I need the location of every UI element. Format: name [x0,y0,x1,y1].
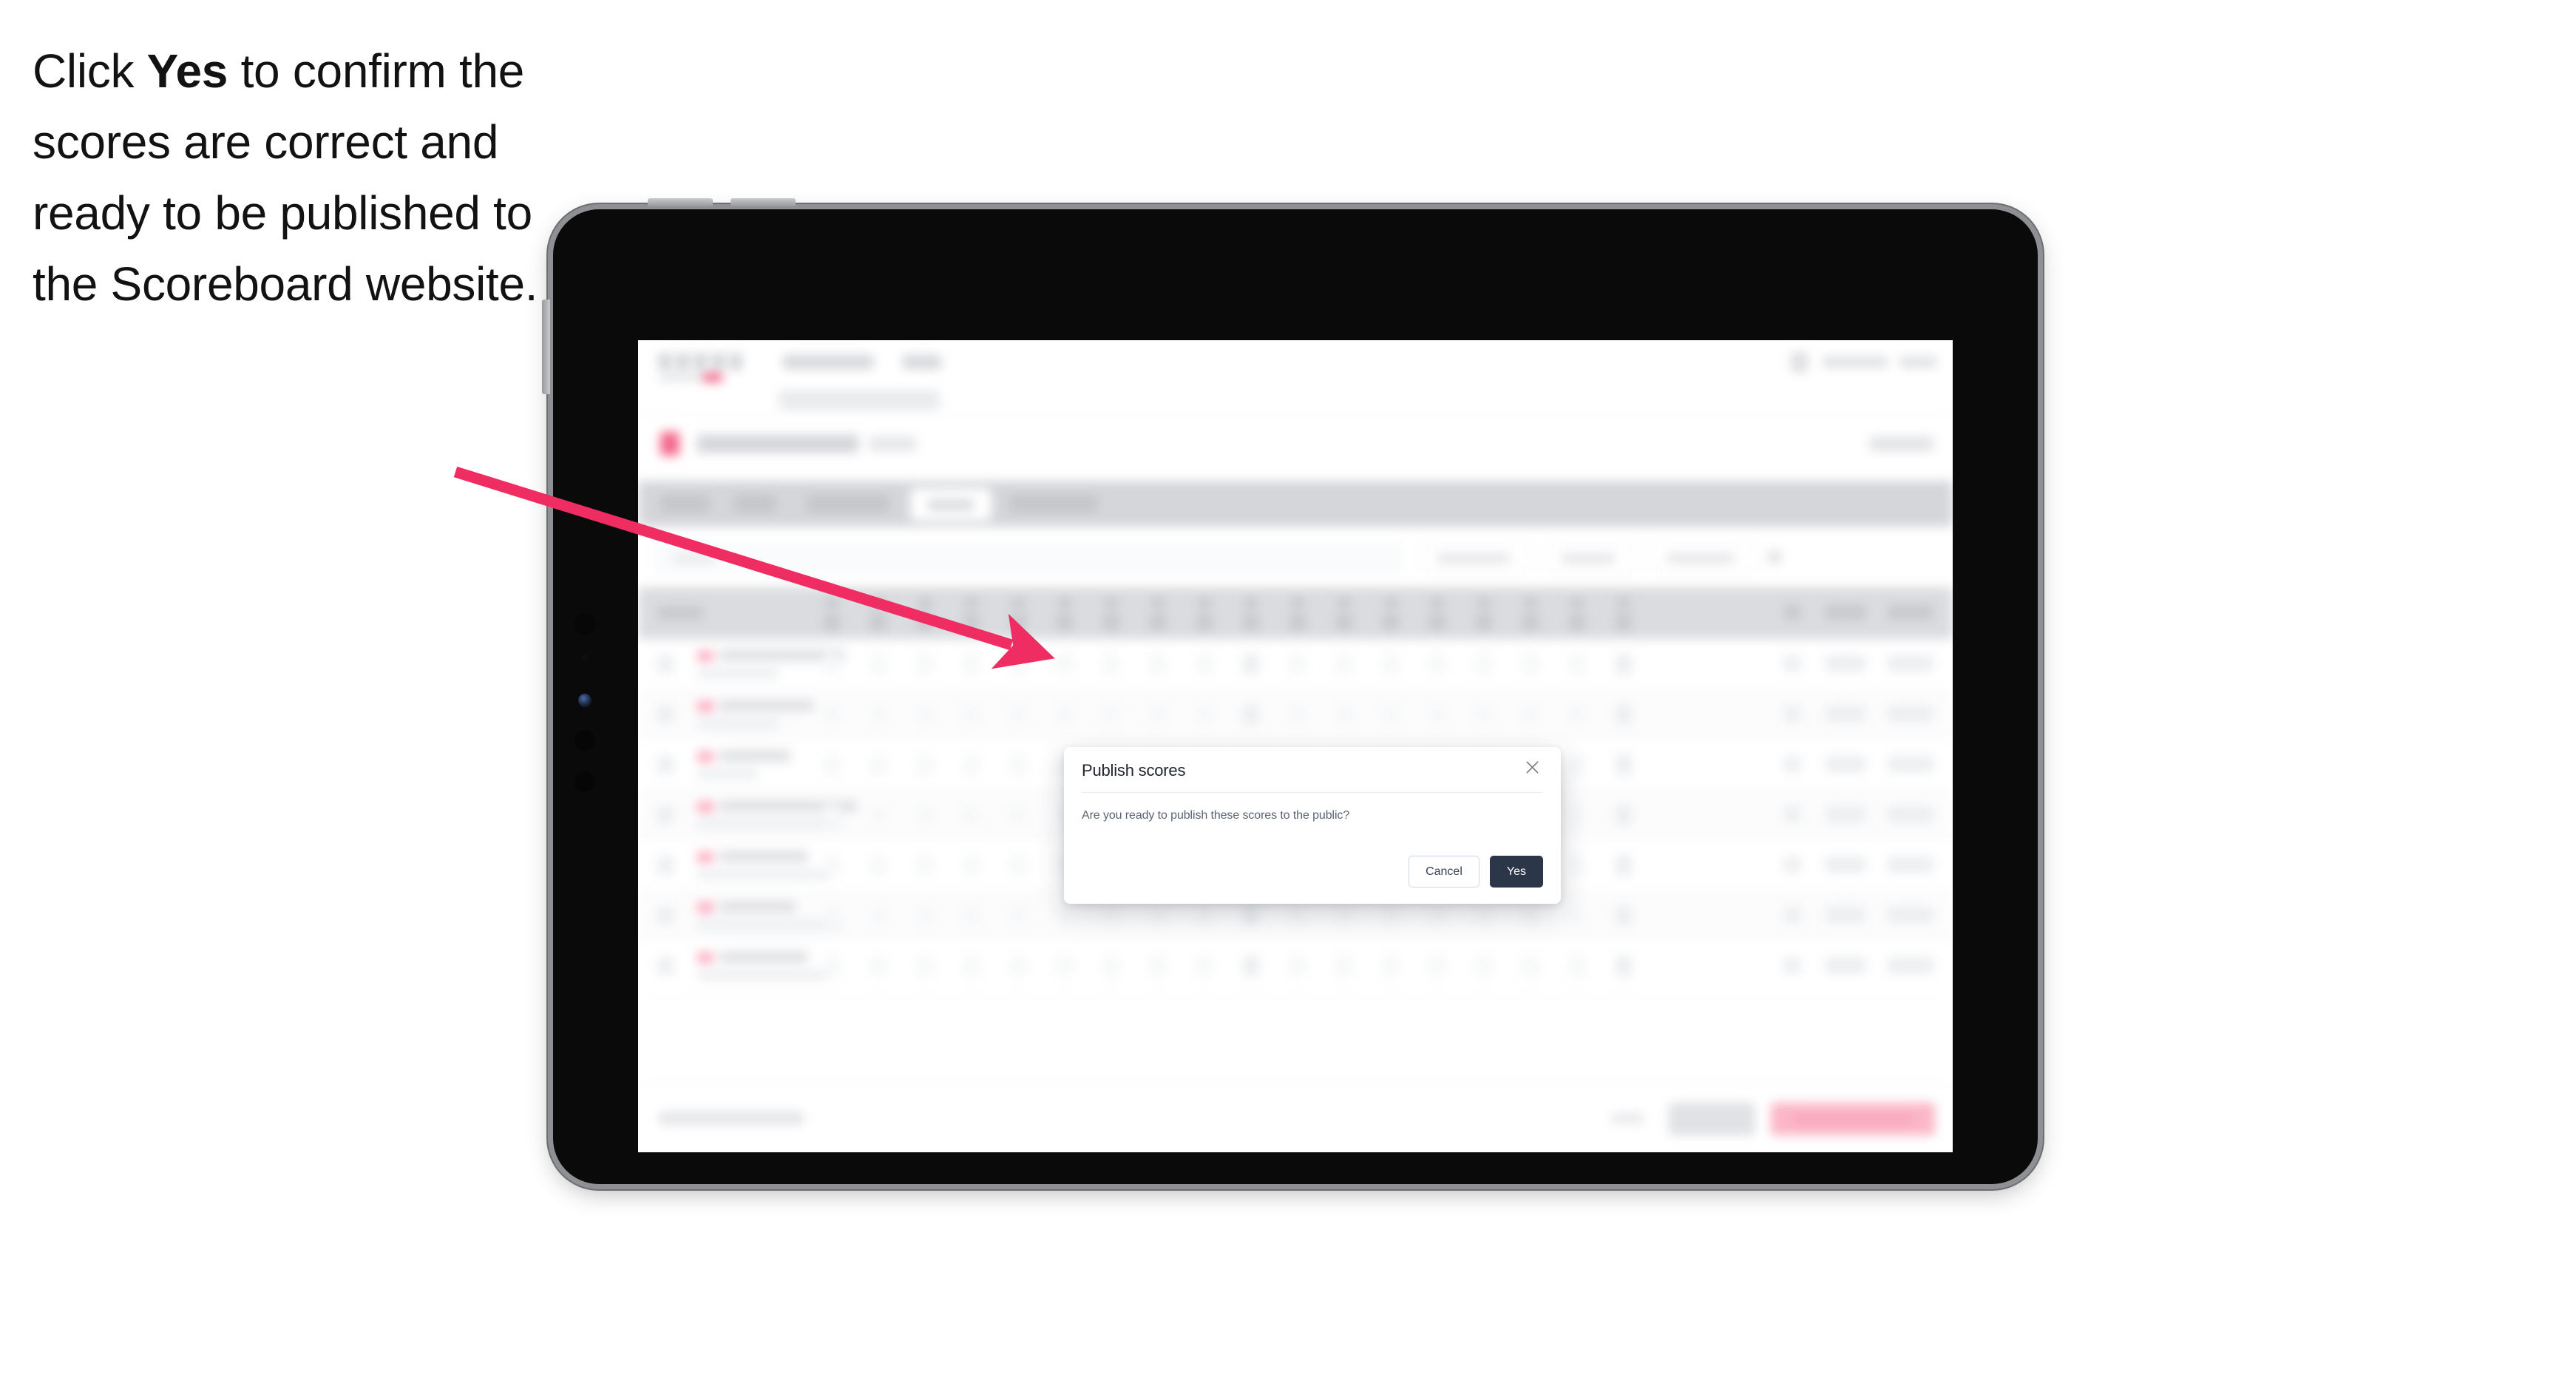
app-screen: Publish scores Are you ready to publish … [638,340,1953,1152]
dialog-message: Are you ready to publish these scores to… [1082,809,1350,822]
dialog-body: Are you ready to publish these scores to… [1064,793,1561,822]
secondary-sensor [574,771,595,792]
dialog-title: Publish scores [1082,761,1186,780]
ambient-sensor [581,654,589,661]
volume-up-button[interactable] [648,198,713,206]
power-button[interactable] [542,300,550,394]
dialog-header: Publish scores [1082,747,1543,793]
publish-scores-dialog: Publish scores Are you ready to publish … [1064,747,1561,904]
front-camera [574,613,596,635]
modal-overlay: Publish scores Are you ready to publish … [638,340,1953,1152]
caption-emphasis: Yes [146,44,228,98]
face-sensor [578,694,592,707]
instruction-caption: Click Yes to confirm the scores are corr… [33,36,602,320]
caption-text-before: Click [33,44,147,98]
microphone-hole [574,730,595,751]
confirm-yes-button[interactable]: Yes [1489,856,1543,888]
dialog-actions: Cancel Yes [1409,856,1543,888]
tablet-device: Publish scores Are you ready to publish … [542,198,2038,1184]
close-icon[interactable] [1521,756,1543,778]
cancel-button[interactable]: Cancel [1409,856,1479,888]
volume-down-button[interactable] [731,198,796,206]
screenshot-root: Click Yes to confirm the scores are corr… [0,0,2576,1386]
